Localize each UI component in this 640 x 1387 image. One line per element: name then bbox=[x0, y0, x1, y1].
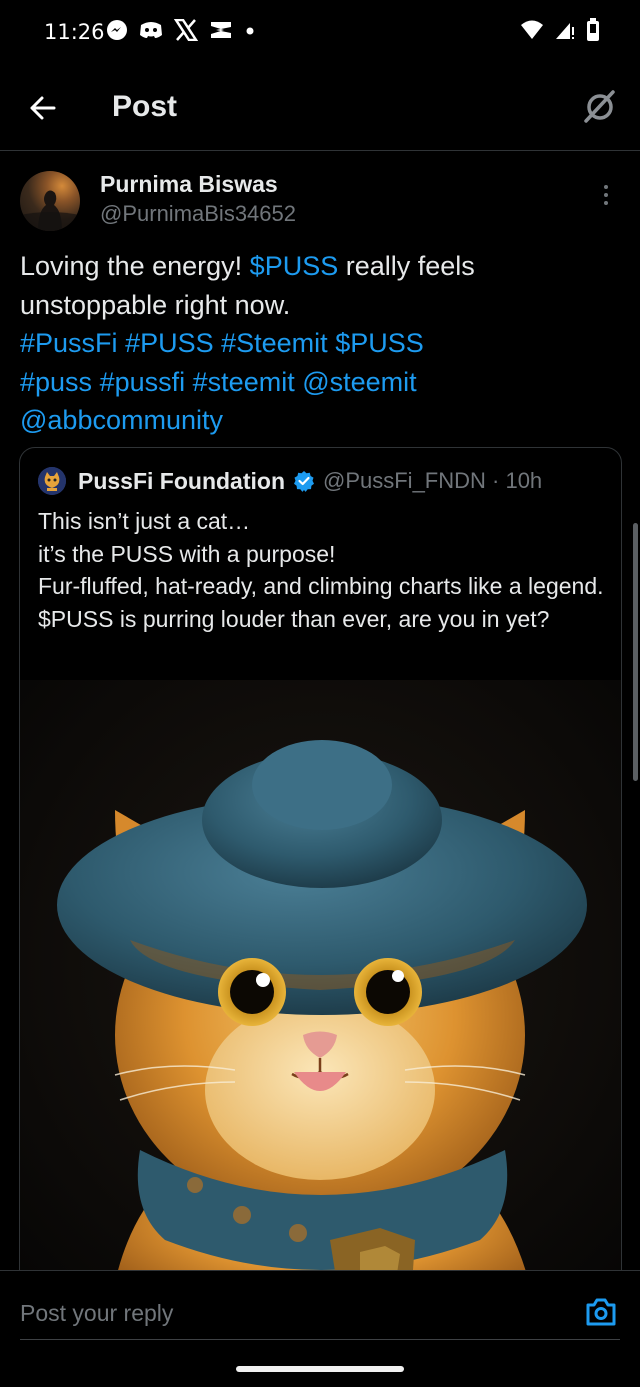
author-handle[interactable]: @PurnimaBis34652 bbox=[100, 201, 296, 227]
hashtag-link[interactable]: #Steemit bbox=[221, 328, 328, 358]
mention-link[interactable]: @abbcommunity bbox=[20, 405, 223, 435]
author-name[interactable]: Purnima Biswas bbox=[100, 171, 278, 198]
camera-button[interactable] bbox=[584, 1295, 618, 1329]
quoted-post-card[interactable]: PussFi Foundation @PussFi_FNDN · 10h Thi… bbox=[19, 447, 622, 1307]
home-indicator[interactable] bbox=[236, 1366, 404, 1372]
verified-badge-icon bbox=[293, 470, 315, 492]
cashtag-link[interactable]: $PUSS bbox=[335, 328, 424, 358]
more-vertical-icon bbox=[604, 185, 608, 205]
hashtag-link[interactable]: #puss bbox=[20, 367, 92, 397]
top-app-bar: Post bbox=[0, 66, 640, 151]
post-text-part: Loving the energy! bbox=[20, 251, 250, 281]
quoted-author-handle-time[interactable]: @PussFi_FNDN · 10h bbox=[323, 468, 542, 494]
camera-icon bbox=[586, 1298, 616, 1326]
quoted-author-name[interactable]: PussFi Foundation bbox=[78, 468, 285, 495]
quoted-post-text: This isn’t just a cat… it’s the PUSS wit… bbox=[38, 508, 604, 632]
cashtag-link[interactable]: $PUSS bbox=[250, 251, 339, 281]
grok-button[interactable] bbox=[580, 86, 620, 126]
dot-icon bbox=[244, 19, 256, 46]
capcut-icon bbox=[208, 19, 234, 46]
mention-link[interactable]: @steemit bbox=[302, 367, 416, 397]
author-avatar[interactable] bbox=[20, 171, 80, 231]
status-system-icons bbox=[520, 18, 600, 47]
reply-input[interactable] bbox=[20, 1293, 560, 1333]
messenger-icon bbox=[106, 19, 128, 46]
reply-bar bbox=[0, 1270, 640, 1387]
battery-icon bbox=[586, 18, 600, 47]
quoted-author-avatar[interactable] bbox=[38, 467, 66, 495]
back-button[interactable] bbox=[24, 88, 64, 128]
hashtag-link[interactable]: #PUSS bbox=[125, 328, 214, 358]
status-bar: 11:26 bbox=[0, 0, 640, 66]
wifi-icon bbox=[520, 19, 544, 46]
cat-in-blue-hat-image[interactable] bbox=[20, 680, 621, 1306]
hashtag-link[interactable]: #PussFi bbox=[20, 328, 118, 358]
hashtag-link[interactable]: #pussfi bbox=[100, 367, 186, 397]
status-time: 11:26 bbox=[44, 20, 105, 44]
quoted-post-header: PussFi Foundation @PussFi_FNDN · 10h bbox=[38, 466, 542, 496]
signal-icon bbox=[554, 19, 576, 46]
reply-divider bbox=[20, 1339, 620, 1340]
more-options-button[interactable] bbox=[596, 183, 616, 207]
arrow-left-icon bbox=[30, 96, 56, 120]
grok-icon bbox=[584, 90, 615, 123]
x-icon bbox=[173, 18, 199, 46]
discord-icon bbox=[138, 19, 164, 46]
status-notification-icons bbox=[106, 18, 256, 46]
scrollbar-thumb[interactable] bbox=[633, 523, 638, 781]
post-text: Loving the energy! $PUSS really feels un… bbox=[20, 247, 620, 440]
page-title: Post bbox=[112, 90, 178, 123]
hashtag-link[interactable]: #steemit bbox=[193, 367, 295, 397]
